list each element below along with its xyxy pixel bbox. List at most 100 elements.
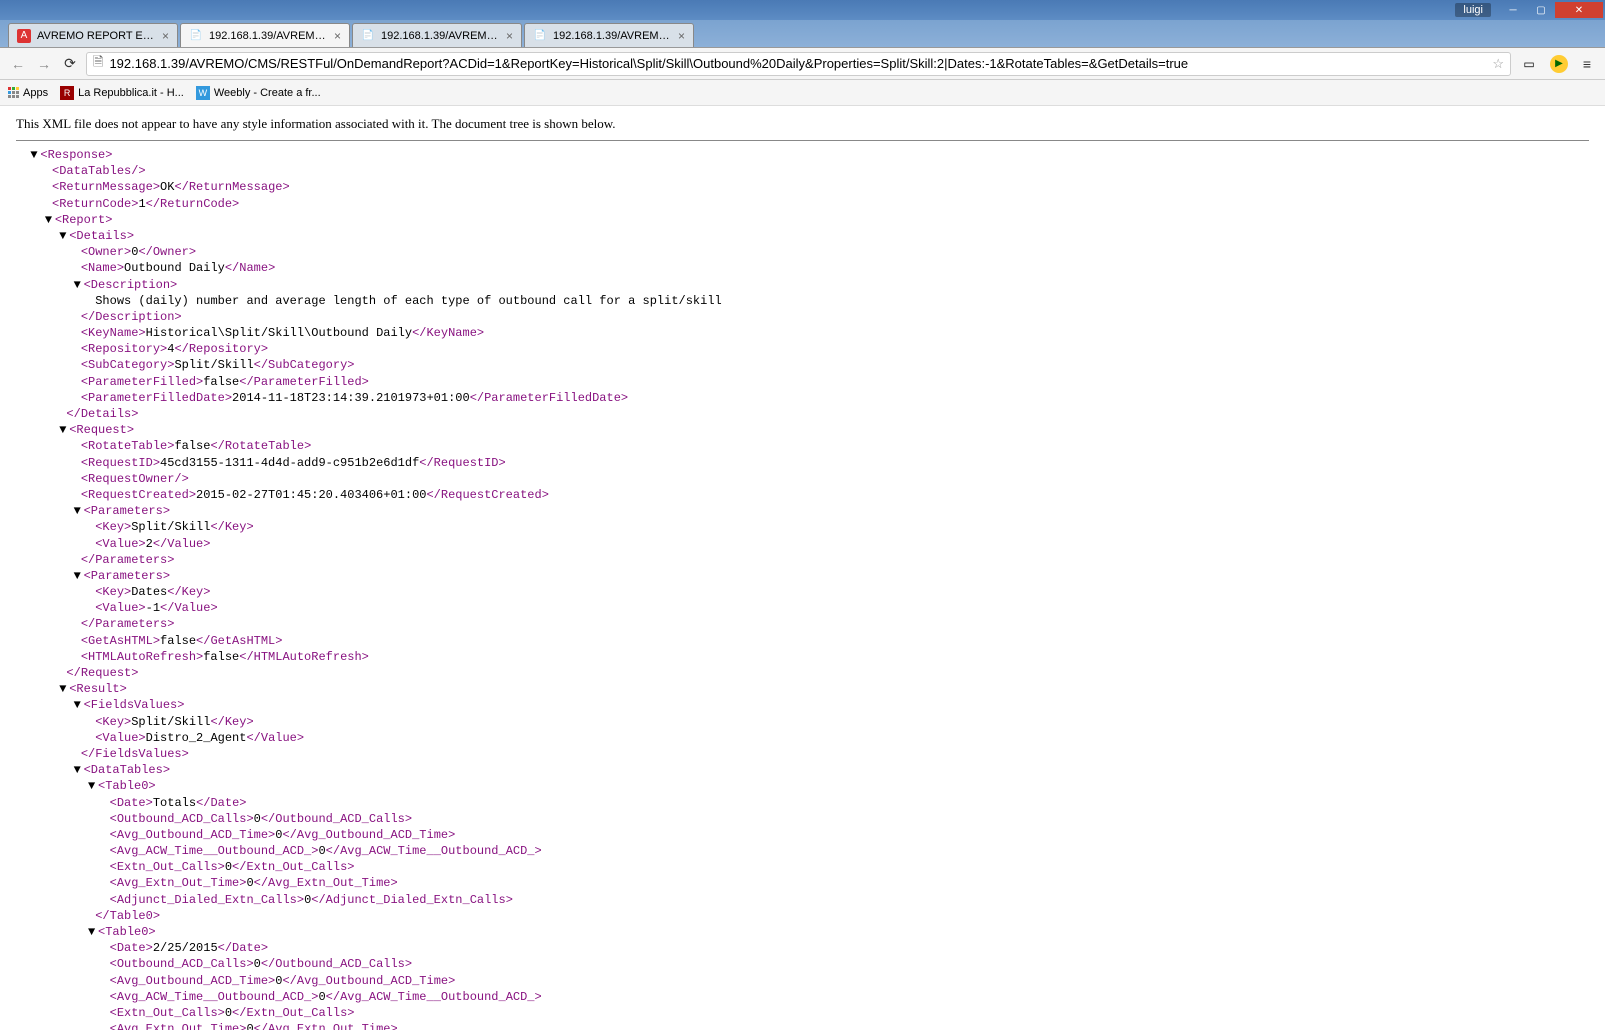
menu-icon[interactable]: ≡	[1577, 54, 1597, 74]
xml-text: 0	[225, 860, 232, 874]
minimize-button[interactable]: ─	[1499, 2, 1527, 18]
collapse-toggle-icon[interactable]: ▼	[88, 924, 98, 940]
bookmark-star-icon[interactable]: ☆	[1492, 56, 1504, 72]
xml-text: Split/Skill	[131, 520, 210, 534]
xml-tag: <Outbound_ACD_Calls>	[110, 957, 254, 971]
tab-title: 192.168.1.39/AVREMO/C	[209, 30, 326, 42]
xml-text: OK	[160, 180, 174, 194]
xml-tag: </Parameters>	[81, 617, 175, 631]
xml-tag: </Extn_Out_Calls>	[232, 1006, 354, 1020]
xml-text: Historical\Split/Skill\Outbound Daily	[146, 326, 412, 340]
xml-tag: </Avg_Outbound_ACD_Time>	[282, 828, 455, 842]
bookmarks-bar: Apps R La Repubblica.it - H... W Weebly …	[0, 80, 1605, 106]
xml-tag: <Response>	[40, 148, 112, 162]
xml-line: <Extn_Out_Calls>0</Extn_Out_Calls>	[16, 859, 1589, 875]
collapse-toggle-icon[interactable]: ▼	[74, 503, 84, 519]
bookmark-label: La Repubblica.it - H...	[78, 87, 184, 99]
xml-tag: </SubCategory>	[254, 358, 355, 372]
xml-line: <DataTables/>	[16, 163, 1589, 179]
xml-tag: <RequestOwner/>	[81, 472, 189, 486]
xml-text: 0	[318, 844, 325, 858]
xml-tag: <ReturnCode>	[52, 197, 138, 211]
xml-text: 0	[246, 876, 253, 890]
apps-button[interactable]: Apps	[8, 87, 48, 99]
tab-close-icon[interactable]: ×	[678, 29, 685, 43]
xml-line: <Avg_ACW_Time__Outbound_ACD_>0</Avg_ACW_…	[16, 843, 1589, 859]
page-icon: 🗎	[93, 53, 103, 75]
xml-line: <Avg_Outbound_ACD_Time>0</Avg_Outbound_A…	[16, 973, 1589, 989]
tab-close-icon[interactable]: ×	[162, 29, 169, 43]
url-input[interactable]: 🗎 192.168.1.39/AVREMO/CMS/RESTFul/OnDema…	[86, 52, 1511, 76]
xml-tag: </Request>	[66, 666, 138, 680]
collapse-toggle-icon[interactable]: ▼	[59, 422, 69, 438]
xml-tag: </Repository>	[174, 342, 268, 356]
bookmark-repubblica[interactable]: R La Repubblica.it - H...	[60, 86, 184, 100]
xml-line: <Name>Outbound Daily</Name>	[16, 260, 1589, 276]
collapse-toggle-icon[interactable]: ▼	[59, 228, 69, 244]
collapse-toggle-icon[interactable]: ▼	[74, 762, 84, 778]
browser-tab[interactable]: 📄192.168.1.39/AVREMO/CM×	[352, 23, 522, 47]
xml-tag: </ReturnMessage>	[174, 180, 289, 194]
xml-tag: <Key>	[95, 585, 131, 599]
close-button[interactable]: ✕	[1555, 2, 1603, 18]
page-content[interactable]: This XML file does not appear to have an…	[0, 106, 1605, 1030]
tab-title: 192.168.1.39/AVREMO/CM	[553, 30, 670, 42]
xml-text: Split/Skill	[131, 715, 210, 729]
forward-button[interactable]: →	[34, 54, 54, 74]
browser-tab[interactable]: 📄192.168.1.39/AVREMO/CM×	[524, 23, 694, 47]
xml-tag: <Avg_Extn_Out_Time>	[110, 876, 247, 890]
xml-tag: <Table0>	[98, 779, 156, 793]
xml-line: ▼<Table0>	[16, 924, 1589, 940]
xml-line: <Avg_Extn_Out_Time>0</Avg_Extn_Out_Time>	[16, 875, 1589, 891]
xml-line: ▼<Response>	[16, 147, 1589, 163]
xml-line: </Parameters>	[16, 552, 1589, 568]
xml-tag: </ReturnCode>	[146, 197, 240, 211]
reload-button[interactable]: ⟳	[60, 54, 80, 74]
xml-tag: <Parameters>	[84, 504, 170, 518]
tab-favicon: A	[17, 29, 31, 43]
xml-tag: <Extn_Out_Calls>	[110, 1006, 225, 1020]
xml-text: 1	[138, 197, 145, 211]
collapse-toggle-icon[interactable]: ▼	[74, 277, 84, 293]
xml-tag: </HTMLAutoRefresh>	[239, 650, 369, 664]
xml-line: <RequestOwner/>	[16, 471, 1589, 487]
cast-icon[interactable]: ▭	[1517, 52, 1541, 76]
maximize-button[interactable]: ▢	[1527, 2, 1555, 18]
xml-tag: </KeyName>	[412, 326, 484, 340]
collapse-toggle-icon[interactable]: ▼	[74, 697, 84, 713]
xml-tag: <Value>	[95, 731, 145, 745]
xml-text: 2/25/2015	[153, 941, 218, 955]
xml-line: ▼<Description>	[16, 277, 1589, 293]
xml-tree: ▼<Response> <DataTables/> <ReturnMessage…	[16, 147, 1589, 1030]
tab-close-icon[interactable]: ×	[334, 29, 341, 43]
xml-text: 2014-11-18T23:14:39.2101973+01:00	[232, 391, 470, 405]
xml-tag: <Value>	[95, 601, 145, 615]
xml-text: false	[203, 375, 239, 389]
bookmark-weebly[interactable]: W Weebly - Create a fr...	[196, 86, 321, 100]
xml-tag: <Avg_ACW_Time__Outbound_ACD_>	[110, 844, 319, 858]
extension-play-icon[interactable]: ▶	[1547, 52, 1571, 76]
xml-tag: </Avg_ACW_Time__Outbound_ACD_>	[326, 990, 542, 1004]
xml-tag: <ReturnMessage>	[52, 180, 160, 194]
user-label: luigi	[1455, 3, 1491, 17]
xml-notice: This XML file does not appear to have an…	[16, 116, 1589, 141]
apps-label: Apps	[23, 87, 48, 99]
xml-tag: </RequestID>	[419, 456, 505, 470]
back-button[interactable]: ←	[8, 54, 28, 74]
xml-tag: </Extn_Out_Calls>	[232, 860, 354, 874]
tab-close-icon[interactable]: ×	[506, 29, 513, 43]
xml-text: 0	[246, 1022, 253, 1030]
xml-line: <Date>2/25/2015</Date>	[16, 940, 1589, 956]
xml-tag: </Key>	[210, 520, 253, 534]
xml-line: <Value>-1</Value>	[16, 600, 1589, 616]
browser-tab[interactable]: AAVREMO REPORT EXPLO×	[8, 23, 178, 47]
browser-tab[interactable]: 📄192.168.1.39/AVREMO/C×	[180, 23, 350, 47]
collapse-toggle-icon[interactable]: ▼	[88, 778, 98, 794]
collapse-toggle-icon[interactable]: ▼	[45, 212, 55, 228]
collapse-toggle-icon[interactable]: ▼	[59, 681, 69, 697]
collapse-toggle-icon[interactable]: ▼	[74, 568, 84, 584]
bookmark-favicon: R	[60, 86, 74, 100]
xml-tag: </ParameterFilledDate>	[470, 391, 628, 405]
xml-tag: <Avg_Outbound_ACD_Time>	[110, 828, 276, 842]
collapse-toggle-icon[interactable]: ▼	[30, 147, 40, 163]
